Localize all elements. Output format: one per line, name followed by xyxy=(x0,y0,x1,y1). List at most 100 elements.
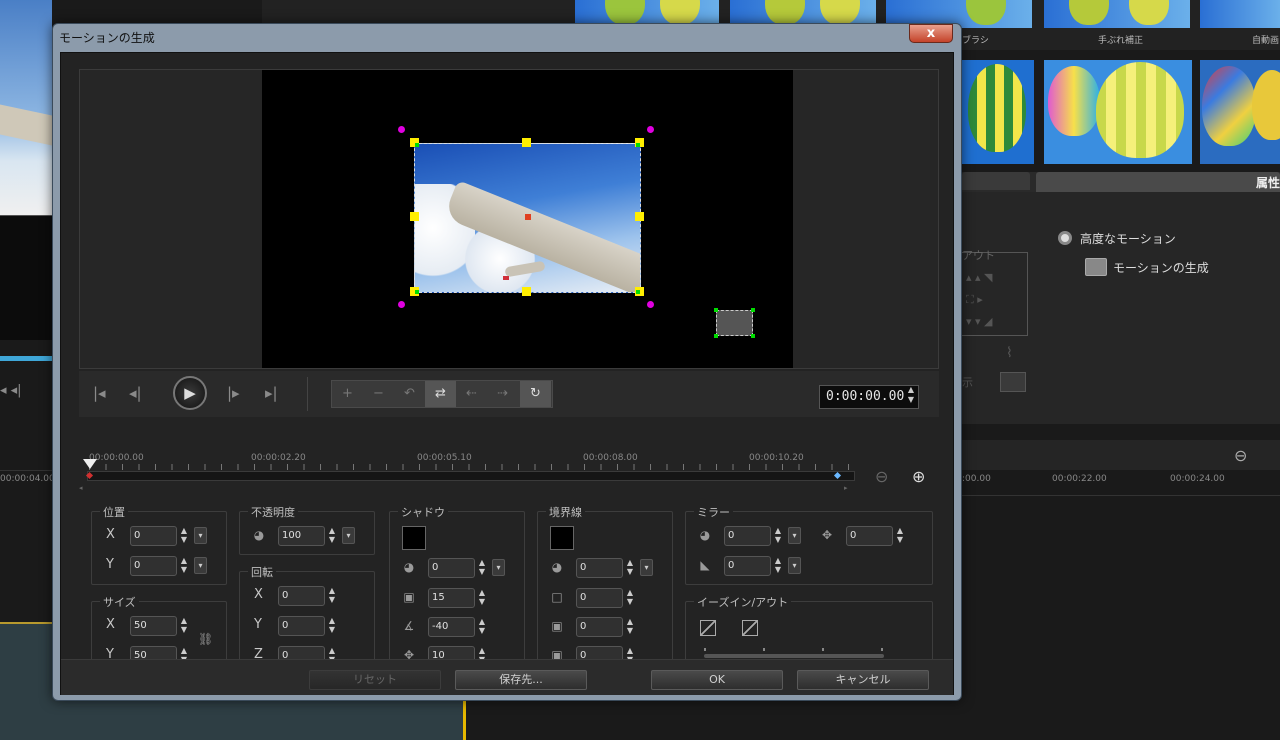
preview-canvas xyxy=(262,70,793,368)
shadow-angle-input[interactable]: -40 xyxy=(428,617,475,637)
position-y-stepper[interactable]: ▲ ▼ xyxy=(178,556,190,576)
move-left-icon[interactable]: ⇠ xyxy=(456,381,487,407)
mirror-distance-input[interactable]: 0 xyxy=(846,526,893,546)
zoom-in-icon[interactable]: ⊕ xyxy=(912,467,925,486)
next-frame-icon[interactable]: |▸ xyxy=(227,384,240,402)
handle-middle-left[interactable] xyxy=(410,212,419,221)
remove-keyframe-icon[interactable]: − xyxy=(363,381,394,407)
timeline-ruler xyxy=(962,470,1280,496)
effect-thumbnail[interactable] xyxy=(1044,0,1190,28)
timeline-label: :00.00 xyxy=(962,474,991,484)
border-softness-input[interactable]: 0 xyxy=(576,617,623,637)
size-x-stepper[interactable]: ▲ ▼ xyxy=(178,616,190,636)
border-softness-stepper[interactable]: ▲ ▼ xyxy=(624,617,636,637)
rotate-keyframe-icon[interactable]: ↻ xyxy=(520,381,551,407)
link-aspect-icon[interactable]: ⛓ xyxy=(198,632,213,646)
panel-icon xyxy=(1000,372,1026,392)
center-point[interactable] xyxy=(525,214,531,220)
mirror-fade-stepper[interactable]: ▲ ▼ xyxy=(772,556,784,576)
handle-middle-right[interactable] xyxy=(635,212,644,221)
move-right-icon[interactable]: ⇢ xyxy=(487,381,518,407)
rotation-x-input[interactable]: 0 xyxy=(278,586,325,606)
effect-thumbnail[interactable] xyxy=(1200,0,1280,28)
mirror-opacity-stepper[interactable]: ▲ ▼ xyxy=(772,526,784,546)
handle-bottom-center[interactable] xyxy=(522,287,531,296)
panel-icon: ⌇ xyxy=(1006,345,1013,361)
mirror-opacity-dropdown[interactable]: ▾ xyxy=(788,527,801,544)
effect-thumbnail[interactable] xyxy=(1200,60,1280,164)
zoom-out-icon[interactable]: ⊖ xyxy=(875,467,888,486)
shadow-preview[interactable] xyxy=(716,310,753,336)
rotation-title: 回転 xyxy=(248,564,276,580)
timecode-display[interactable]: 0:00:00.00 xyxy=(819,385,919,409)
rotation-y-stepper[interactable]: ▲ ▼ xyxy=(326,616,338,636)
tab-attributes[interactable]: 属性 xyxy=(1036,172,1280,192)
scroll-left-icon[interactable]: ◂ xyxy=(79,484,83,492)
advanced-motion-radio[interactable] xyxy=(1058,231,1072,245)
shadow-blur-stepper[interactable]: ▲ ▼ xyxy=(476,588,488,608)
ease-out-icon[interactable] xyxy=(742,620,758,636)
border-opacity-input[interactable]: 0 xyxy=(576,558,623,578)
shadow-angle-stepper[interactable]: ▲ ▼ xyxy=(476,617,488,637)
zoom-out-icon[interactable]: ⊖ xyxy=(1234,446,1247,465)
playhead-marker[interactable] xyxy=(83,459,97,469)
position-x-dropdown[interactable]: ▾ xyxy=(194,527,207,544)
rotate-handle-bottom-right[interactable] xyxy=(647,301,654,308)
rotation-x-stepper[interactable]: ▲ ▼ xyxy=(326,586,338,606)
opacity-input[interactable]: 100 xyxy=(278,526,325,546)
shadow-color-swatch[interactable] xyxy=(402,526,426,550)
mirror-fade-input[interactable]: 0 xyxy=(724,556,771,576)
position-y-dropdown[interactable]: ▾ xyxy=(194,557,207,574)
save-as-button[interactable]: 保存先... xyxy=(455,670,587,690)
close-button[interactable]: x xyxy=(909,24,953,43)
position-y-input[interactable]: 0 xyxy=(130,556,177,576)
mirror-distance-stepper[interactable]: ▲ ▼ xyxy=(894,526,906,546)
reset-button[interactable]: リセット xyxy=(309,670,441,690)
border-color-swatch[interactable] xyxy=(550,526,574,550)
ease-in-icon[interactable] xyxy=(700,620,716,636)
shadow-angle-icon: ∡ xyxy=(403,619,415,633)
opacity-dropdown[interactable]: ▾ xyxy=(342,527,355,544)
reverse-keyframe-icon[interactable]: ↶ xyxy=(394,381,425,407)
cancel-button[interactable]: キャンセル xyxy=(797,670,929,690)
border-width-stepper[interactable]: ▲ ▼ xyxy=(624,588,636,608)
position-x-stepper[interactable]: ▲ ▼ xyxy=(178,526,190,546)
generate-motion-label[interactable]: モーションの生成 xyxy=(1113,259,1209,276)
rotation-y-input[interactable]: 0 xyxy=(278,616,325,636)
go-to-end-icon[interactable]: ▸| xyxy=(265,384,278,402)
shadow-blur-input[interactable]: 15 xyxy=(428,588,475,608)
rotate-handle-bottom-left[interactable] xyxy=(398,301,405,308)
effect-thumbnail[interactable] xyxy=(1044,60,1192,164)
shadow-opacity-stepper[interactable]: ▲ ▼ xyxy=(476,558,488,578)
mirror-opacity-input[interactable]: 0 xyxy=(724,526,771,546)
thumbnail-label: 手ぶれ補正 xyxy=(1098,36,1144,46)
go-to-start-icon[interactable]: |◂ xyxy=(93,384,106,402)
play-button[interactable]: ▶ xyxy=(173,376,207,410)
size-x-input[interactable]: 50 xyxy=(130,616,177,636)
position-title: 位置 xyxy=(100,504,128,520)
rotate-handle-top-right[interactable] xyxy=(647,126,654,133)
opacity-stepper[interactable]: ▲ ▼ xyxy=(326,526,338,546)
border-width-input[interactable]: 0 xyxy=(576,588,623,608)
shadow-opacity-dropdown[interactable]: ▾ xyxy=(492,559,505,576)
keyframe-track[interactable] xyxy=(87,471,855,481)
ease-slider[interactable] xyxy=(704,654,884,658)
previous-frame-icon[interactable]: ◂| xyxy=(129,384,142,402)
border-opacity-stepper[interactable]: ▲ ▼ xyxy=(624,558,636,578)
tab-left[interactable] xyxy=(962,172,1030,190)
timecode-stepper[interactable]: ▲ ▼ xyxy=(905,385,917,407)
ok-button[interactable]: OK xyxy=(651,670,783,690)
add-keyframe-icon[interactable]: + xyxy=(332,381,363,407)
handle-top-center[interactable] xyxy=(522,138,531,147)
swap-keyframe-icon[interactable]: ⇄ xyxy=(425,381,456,407)
shadow-opacity-input[interactable]: 0 xyxy=(428,558,475,578)
mirror-distance-icon: ✥ xyxy=(821,528,833,542)
scroll-right-icon[interactable]: ▸ xyxy=(844,484,848,492)
border-opacity-dropdown[interactable]: ▾ xyxy=(640,559,653,576)
ease-title: イーズイン/アウト xyxy=(694,594,792,610)
rotate-handle-top-left[interactable] xyxy=(398,126,405,133)
generate-motion-icon[interactable] xyxy=(1085,258,1107,276)
effect-thumbnail[interactable] xyxy=(962,60,1034,164)
position-x-input[interactable]: 0 xyxy=(130,526,177,546)
mirror-fade-dropdown[interactable]: ▾ xyxy=(788,557,801,574)
